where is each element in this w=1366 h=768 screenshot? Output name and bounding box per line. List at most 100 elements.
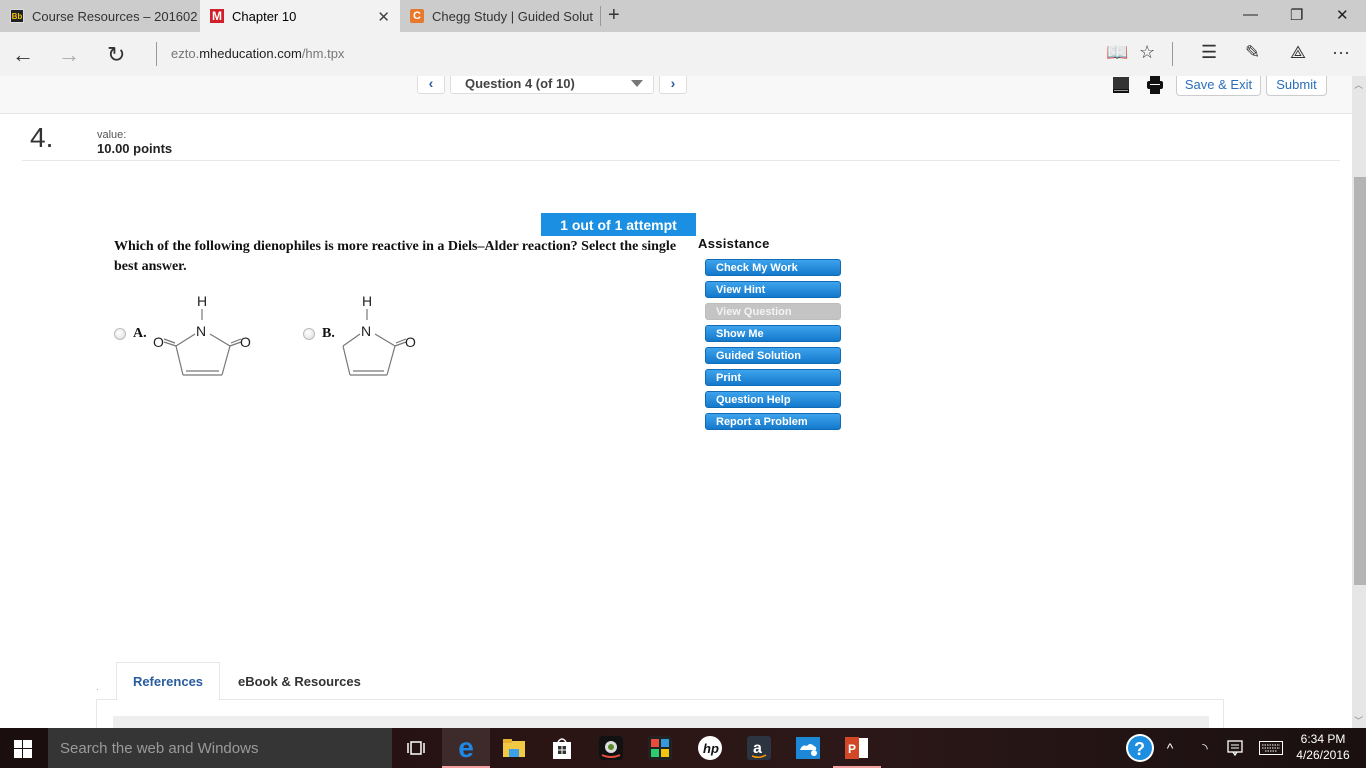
more-icon[interactable]: ··· <box>1332 42 1350 63</box>
reading-view-icon[interactable]: 📖 <box>1106 42 1128 63</box>
puzzle-app-icon[interactable] <box>636 728 684 768</box>
view-hint-button[interactable]: View Hint <box>705 281 841 298</box>
tab-label: Chapter 10 <box>232 8 297 24</box>
pyrrolinone-structure: H N O <box>342 293 416 376</box>
restore-icon[interactable]: ❐ <box>1290 6 1303 24</box>
scroll-up-icon[interactable]: ︿ <box>1354 78 1363 91</box>
guided-solution-button[interactable]: Guided Solution <box>705 347 841 364</box>
svg-text:hp: hp <box>703 741 719 756</box>
edge-browser-icon[interactable]: e <box>442 728 490 768</box>
print-icon[interactable] <box>1146 76 1164 94</box>
mcgraw-hill-favicon-icon: M <box>210 9 224 23</box>
ebook-icon[interactable] <box>1112 76 1130 94</box>
show-hidden-icons-chevron-icon[interactable]: ^ <box>1160 728 1180 768</box>
reference-panel <box>96 699 1224 728</box>
share-icon[interactable]: ⟁ <box>1290 42 1306 63</box>
toolbar-divider <box>1172 42 1173 66</box>
question-select[interactable]: Question 4 (of 10) <box>450 76 654 94</box>
question-nav-header: ‹ Question 4 (of 10) › Save & Exit Submi… <box>0 76 1352 114</box>
hub-icon[interactable]: ☰ <box>1201 42 1217 63</box>
new-tab-icon[interactable]: + <box>608 4 620 27</box>
question-text: Which of the following dienophiles is mo… <box>114 239 677 274</box>
clock-time: 6:34 PM <box>1300 732 1346 746</box>
action-center-icon[interactable] <box>1224 728 1246 768</box>
question-help-button[interactable]: Question Help <box>705 391 841 408</box>
minimize-icon[interactable]: — <box>1243 6 1258 23</box>
task-view-icon[interactable] <box>392 728 440 768</box>
tab-ebook-resources[interactable]: eBook & Resources <box>238 662 361 700</box>
taskbar-search-input[interactable]: Search the web and Windows <box>48 728 392 768</box>
close-tab-icon[interactable]: ✕ <box>377 8 390 26</box>
print-button[interactable]: Print <box>705 369 841 386</box>
view-question-button: View Question <box>705 303 841 320</box>
clock-date: 4/26/2016 <box>1296 748 1350 762</box>
atom-h: H <box>197 293 207 309</box>
question-points: 10.00 points <box>97 141 173 156</box>
store-icon[interactable] <box>538 728 586 768</box>
tab-label: Course Resources – 201602 <box>32 8 198 24</box>
page-scrollbar[interactable]: ︿ ﹀ <box>1352 76 1366 728</box>
quiz-page: ‹ Question 4 (of 10) › Save & Exit Submi… <box>0 76 1352 728</box>
back-arrow-icon[interactable]: ← <box>12 42 34 68</box>
atom-n: N <box>196 323 206 339</box>
scroll-down-icon[interactable]: ﹀ <box>1354 714 1363 727</box>
onedrive-icon[interactable] <box>784 728 832 768</box>
hp-icon[interactable]: hp <box>686 728 734 768</box>
tab-divider <box>600 6 601 26</box>
question-number: 4. <box>30 122 54 153</box>
address-bar: ← → ↻ ezto.mheducation.com/hm.tpx 📖 ☆ ☰ … <box>0 32 1366 76</box>
wifi-icon[interactable]: ◝ <box>1194 728 1216 768</box>
forward-arrow-icon[interactable]: → <box>58 42 80 68</box>
windows-taskbar: Search the web and Windows e hp a P ? ^ … <box>0 728 1366 768</box>
atom-o-left: O <box>153 334 164 350</box>
windows-start-icon[interactable] <box>14 740 32 758</box>
save-exit-button[interactable]: Save & Exit <box>1176 76 1261 96</box>
tab-chegg-study[interactable]: C Chegg Study | Guided Solut <box>400 0 600 32</box>
report-problem-button[interactable]: Report a Problem <box>705 413 841 430</box>
reference-tabs: References eBook & Resources <box>96 662 1224 728</box>
powerpoint-icon[interactable]: P <box>833 728 881 768</box>
question-divider <box>22 160 1340 161</box>
atom-o-right: O <box>405 334 416 350</box>
file-explorer-icon[interactable] <box>490 728 538 768</box>
svg-text:P: P <box>848 742 856 756</box>
chevron-down-icon <box>631 80 643 87</box>
svg-text:a: a <box>753 740 762 757</box>
value-label: value: <box>97 129 127 141</box>
webcam-app-icon[interactable] <box>587 728 635 768</box>
previous-question-button[interactable]: ‹ <box>417 76 445 94</box>
reference-panel-content <box>113 716 1209 728</box>
refresh-icon[interactable]: ↻ <box>107 42 125 68</box>
maleimide-structure: H N O O <box>153 293 251 376</box>
svg-text:?: ? <box>1134 739 1145 759</box>
submit-button[interactable]: Submit <box>1266 76 1327 96</box>
attempt-badge: 1 out of 1 attempt <box>541 213 696 236</box>
tab-label: Chegg Study | Guided Solut <box>432 8 593 24</box>
close-window-icon[interactable]: ✕ <box>1336 6 1349 24</box>
address-divider <box>156 42 157 66</box>
touch-keyboard-icon[interactable] <box>1256 728 1286 768</box>
browser-tab-bar: Bb Course Resources – 201602 M Chapter 1… <box>0 0 1366 32</box>
option-a[interactable]: A. <box>114 326 147 342</box>
option-a-radio[interactable] <box>114 328 126 340</box>
question-select-value: Question 4 (of 10) <box>465 76 575 91</box>
amazon-icon[interactable]: a <box>735 728 783 768</box>
atom-h: H <box>362 293 372 309</box>
tab-chapter-10[interactable]: M Chapter 10 ✕ <box>200 0 400 32</box>
tab-references[interactable]: References <box>116 662 220 700</box>
scroll-thumb[interactable] <box>1354 177 1366 585</box>
check-my-work-button[interactable]: Check My Work <box>705 259 841 276</box>
chegg-favicon-icon: C <box>410 9 424 23</box>
show-me-button[interactable]: Show Me <box>705 325 841 342</box>
next-question-button[interactable]: › <box>659 76 687 94</box>
option-a-label: A. <box>133 326 147 341</box>
favorite-star-icon[interactable]: ☆ <box>1139 42 1155 63</box>
tab-course-resources[interactable]: Bb Course Resources – 201602 <box>0 0 200 32</box>
url-field[interactable]: ezto.mheducation.com/hm.tpx <box>171 46 344 61</box>
assistance-title: Assistance <box>698 236 770 251</box>
web-note-icon[interactable]: ✎ <box>1245 42 1260 63</box>
system-clock[interactable]: 6:34 PM 4/26/2016 <box>1285 731 1361 763</box>
help-tray-icon[interactable]: ? <box>1124 728 1156 768</box>
atom-o-right: O <box>240 334 251 350</box>
atom-n: N <box>361 323 371 339</box>
